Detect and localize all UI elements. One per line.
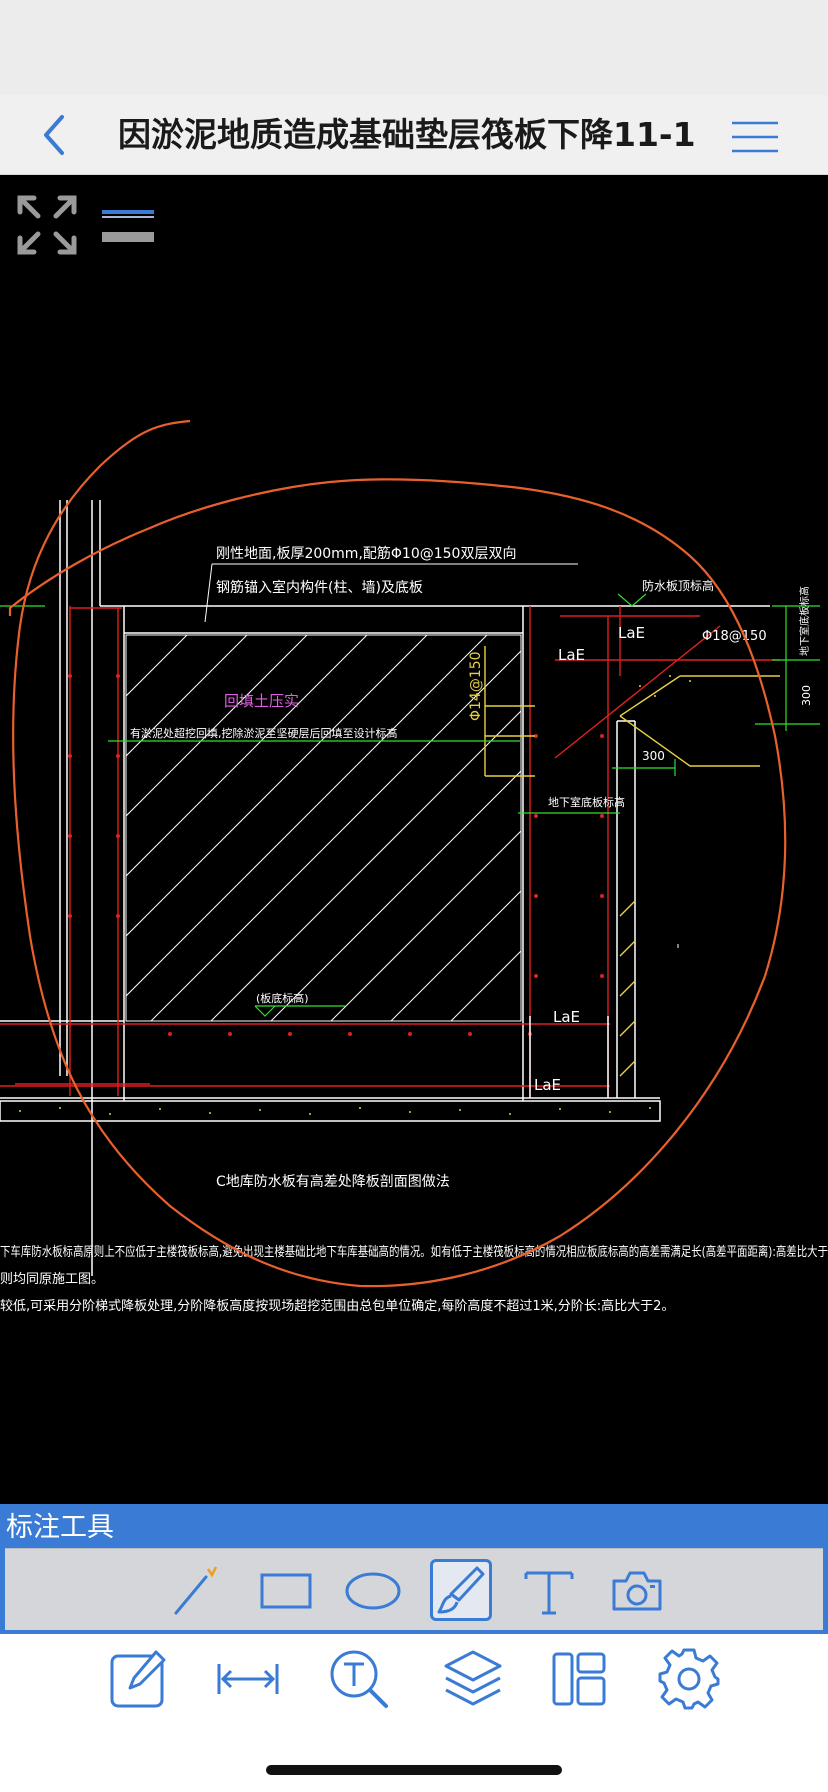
layers-icon <box>444 1650 502 1706</box>
drawing-canvas[interactable]: 刚性地面,板厚200mm,配筋Φ10@150双层双向 钢筋锚入室内构件(柱、墙)… <box>0 176 828 1504</box>
text-icon <box>524 1571 574 1615</box>
status-bar-area <box>0 0 828 95</box>
hamburger-menu-icon <box>732 121 778 153</box>
lae-label-1: LaE <box>618 624 645 642</box>
backfill-label: 回填土压实 <box>224 692 299 710</box>
line-pen-icon <box>174 1566 218 1615</box>
bottom-toolbar <box>0 1634 828 1792</box>
expand-arrows-icon <box>17 195 77 255</box>
note-line-1: 下车库防水板标高原则上不应低于主楼筏板标高,避免出现主楼基础比地下车库基础高的情… <box>0 1244 828 1260</box>
base-slab <box>0 720 661 1122</box>
layers-button[interactable] <box>440 1646 506 1712</box>
page-title: 因淤泥地质造成基础垫层筏板下降11-1 <box>118 115 696 154</box>
view-tools <box>14 192 159 262</box>
camera-icon <box>612 1571 662 1611</box>
lae-label-2: LaE <box>558 646 585 664</box>
settings-button[interactable] <box>656 1646 722 1712</box>
menu-button[interactable] <box>726 115 782 159</box>
cad-drawing: 刚性地面,板厚200mm,配筋Φ10@150双层双向 钢筋锚入室内构件(柱、墙)… <box>0 419 828 1314</box>
layer-toggle-icon <box>102 210 154 242</box>
green-dimensions <box>0 593 820 1017</box>
rectangle-icon <box>260 1573 312 1609</box>
excavation-note-label: 有淤泥处超挖回填,挖除淤泥至坚硬层后回填至设计标高 <box>130 726 398 740</box>
layout-button[interactable] <box>548 1646 614 1712</box>
chevron-left-icon <box>44 115 64 155</box>
lae-label-4: LaE <box>534 1076 561 1094</box>
rebar-main-label: Φ18@150 <box>702 629 767 644</box>
brush-icon <box>437 1566 485 1614</box>
measure-icon <box>217 1664 279 1694</box>
text-search-button[interactable] <box>326 1646 392 1712</box>
back-button[interactable] <box>36 109 80 161</box>
settings-gear-icon <box>658 1648 720 1710</box>
annotation-panel: 标注工具 <box>0 1504 828 1634</box>
ellipse-icon <box>345 1572 401 1610</box>
waterproof-level-label: 防水板顶标高 <box>642 578 714 593</box>
yellow-detail <box>484 646 780 1077</box>
section-title-label: C地库防水板有高差处降板剖面图做法 <box>216 1173 450 1190</box>
line-tool-button[interactable] <box>166 1559 228 1621</box>
measure-button[interactable] <box>215 1646 281 1712</box>
backfill-hatch <box>125 634 522 1022</box>
dim-300-vertical: 300 <box>800 685 813 706</box>
annotation-tool-tray <box>5 1548 823 1630</box>
side-tag-label: 地下室底板标高 <box>798 586 811 656</box>
slab-bottom-label: (板底标高) <box>256 991 309 1005</box>
nav-bar: 因淤泥地质造成基础垫层筏板下降11-1 <box>0 95 828 175</box>
layer-toggle-button[interactable] <box>100 202 156 250</box>
edit-button[interactable] <box>106 1646 172 1712</box>
home-indicator <box>266 1765 562 1775</box>
text-tool-button[interactable] <box>518 1559 580 1621</box>
note-line-3: 较低,可采用分阶梯式降板处理,分阶降板高度按现场超挖范围由总包单位确定,每阶高度… <box>0 1298 674 1314</box>
basement-floor-label: 地下室底板标高 <box>548 795 625 809</box>
ellipse-tool-button[interactable] <box>342 1559 404 1621</box>
layout-icon <box>552 1652 606 1706</box>
expand-button[interactable] <box>14 192 80 258</box>
rectangle-tool-button[interactable] <box>254 1559 316 1621</box>
camera-tool-button[interactable] <box>606 1559 668 1621</box>
note-line-2: 则均同原施工图。 <box>0 1272 104 1287</box>
annotation-panel-title: 标注工具 <box>6 1512 114 1543</box>
brush-tool-button[interactable] <box>430 1559 492 1621</box>
leader-lines <box>204 563 679 948</box>
anchor-note-label: 钢筋锚入室内构件(柱、墙)及底板 <box>216 579 423 596</box>
lae-label-3: LaE <box>553 1008 580 1026</box>
rebar-side-label: Φ14@150 <box>468 651 484 721</box>
dim-300-horizontal: 300 <box>642 749 665 763</box>
text-search-icon <box>330 1650 388 1708</box>
slab-note-label: 刚性地面,板厚200mm,配筋Φ10@150双层双向 <box>216 545 516 562</box>
red-rebar-lines <box>0 606 780 1096</box>
edit-note-icon <box>110 1650 166 1708</box>
